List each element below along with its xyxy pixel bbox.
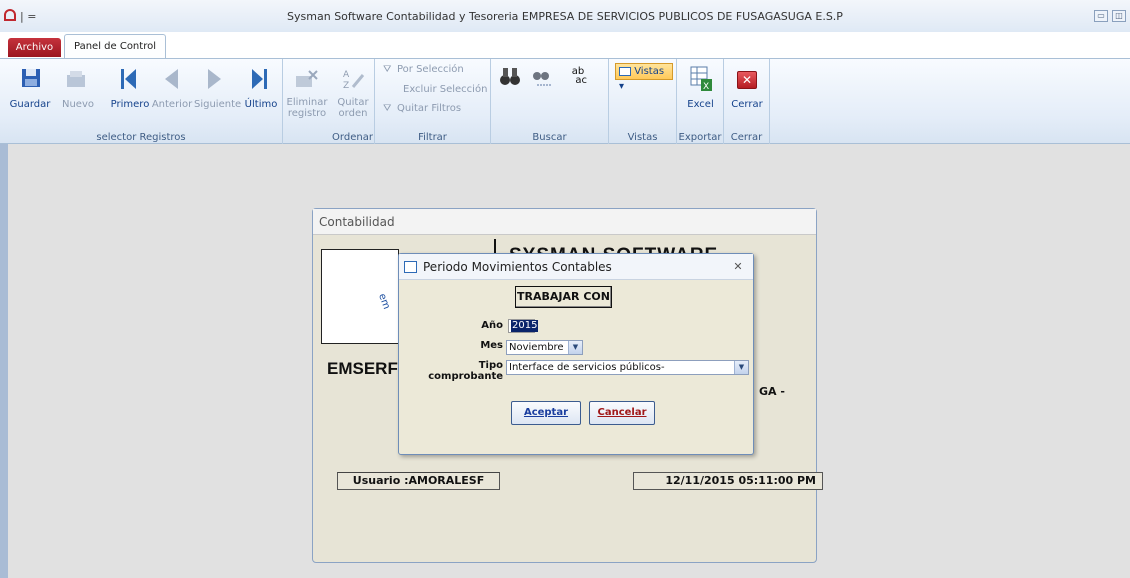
tipo-comprobante-select[interactable]: Interface de servicios públicos- ▼: [506, 360, 749, 375]
tipo-comprobante-label: Tipo comprobante: [428, 360, 503, 382]
group-label-buscar: Buscar: [532, 132, 567, 143]
anio-label: Año: [481, 320, 503, 331]
periodo-dialog: Periodo Movimientos Contables ✕ TRABAJAR…: [398, 253, 754, 455]
group-label-cerrar: Cerrar: [730, 132, 763, 143]
goto-icon[interactable]: [531, 65, 555, 89]
primero-button[interactable]: Primero: [110, 99, 150, 110]
anterior-button[interactable]: Anterior: [150, 99, 194, 110]
guardar-button[interactable]: Guardar: [4, 99, 56, 110]
logo-mark-icon: em: [376, 292, 392, 311]
quitar-filtros-button[interactable]: Quitar Filtros: [397, 103, 461, 114]
group-eliminar: Eliminar registro: [283, 59, 331, 145]
mes-select[interactable]: Noviembre ▼: [506, 340, 583, 355]
clear-sort-icon: AZ: [343, 70, 365, 91]
svg-text:A: A: [343, 70, 350, 80]
title-bar: | = Sysman Software Contabilidad y Tesor…: [0, 0, 1130, 32]
first-record-icon: [121, 69, 136, 89]
svg-text:Z: Z: [343, 81, 349, 91]
company-suffix-text: GA -: [759, 385, 785, 398]
last-record-icon: [252, 69, 267, 89]
tab-panel-de-control[interactable]: Panel de Control: [64, 34, 166, 59]
quitar-orden-button[interactable]: Quitar orden: [331, 97, 375, 119]
group-exportar: X Excel Exportar: [677, 59, 724, 145]
trabajar-con-button[interactable]: TRABAJAR CON: [515, 286, 612, 308]
group-label-ordenar: Ordenar: [332, 132, 373, 143]
replace-icon[interactable]: ab ac: [569, 67, 587, 86]
siguiente-button[interactable]: Siguiente: [194, 99, 241, 110]
excel-icon: X: [690, 66, 712, 92]
previous-record-icon: [165, 69, 178, 89]
vistas-button[interactable]: Vistas ▾: [615, 63, 673, 92]
company-logo: em: [321, 249, 399, 344]
dialog-title: Periodo Movimientos Contables: [399, 254, 753, 280]
clear-filter-icon: ⛛: [383, 103, 392, 114]
excel-button[interactable]: Excel: [677, 99, 724, 110]
mes-label: Mes: [480, 340, 503, 351]
group-ordenar: AZ Quitar orden Ordenar: [331, 59, 375, 145]
binoculars-icon[interactable]: [499, 65, 521, 87]
anio-value: 2015: [511, 320, 539, 332]
anio-input[interactable]: 2015: [508, 319, 539, 333]
minimize-button[interactable]: ▭: [1094, 10, 1108, 22]
group-selector-registros: Guardar Nuevo Primero Anterior Siguiente…: [0, 59, 283, 145]
group-vistas: Vistas ▾ Vistas: [609, 59, 677, 145]
chevron-down-icon[interactable]: ▼: [568, 341, 582, 354]
aceptar-button[interactable]: Aceptar: [511, 401, 581, 425]
new-record-icon: [67, 71, 85, 87]
restore-button[interactable]: ◫: [1112, 10, 1126, 22]
group-label-filtrar: Filtrar: [418, 132, 447, 143]
ribbon: Guardar Nuevo Primero Anterior Siguiente…: [0, 58, 1130, 145]
group-buscar: ab ac Buscar: [491, 59, 609, 145]
next-record-icon: [208, 69, 221, 89]
tipo-value: Interface de servicios públicos-: [509, 362, 665, 373]
company-name: EMSERF: [327, 359, 398, 378]
ultimo-button[interactable]: Último: [242, 99, 280, 110]
cancelar-button[interactable]: Cancelar: [589, 401, 655, 425]
form-icon: [404, 261, 417, 273]
nuevo-button[interactable]: Nuevo: [60, 99, 96, 110]
chevron-down-icon[interactable]: ▼: [734, 361, 748, 374]
save-icon: [22, 69, 40, 87]
group-label-vistas: Vistas: [627, 132, 658, 143]
datetime-field: 12/11/2015 05:11:00 PM: [633, 472, 823, 490]
group-cerrar: ✕ Cerrar Cerrar: [724, 59, 770, 145]
filter-icon: ⛛: [383, 64, 392, 75]
excluir-seleccion-button[interactable]: Excluir Selección: [403, 84, 487, 95]
por-seleccion-button[interactable]: Por Selección: [397, 64, 464, 75]
close-icon: ✕: [737, 71, 757, 89]
cerrar-button[interactable]: Cerrar: [724, 99, 770, 110]
usuario-field: Usuario :AMORALESF: [337, 472, 500, 490]
delete-record-icon: [296, 70, 318, 87]
group-filtrar: ⛛ Por Selección Excluir Selección ⛛ Quit…: [375, 59, 491, 145]
dialog-close-button[interactable]: ✕: [731, 261, 745, 273]
form-caption: Contabilidad: [313, 209, 816, 235]
tab-archivo[interactable]: Archivo: [8, 38, 61, 57]
view-icon: [619, 66, 631, 76]
eliminar-registro-button[interactable]: Eliminar registro: [285, 97, 329, 119]
svg-text:X: X: [703, 82, 709, 92]
mes-value: Noviembre: [509, 342, 564, 353]
group-label-selector: selector Registros: [96, 132, 186, 143]
group-label-exportar: Exportar: [678, 132, 722, 143]
window-title: Sysman Software Contabilidad y Tesoreria…: [287, 10, 843, 23]
